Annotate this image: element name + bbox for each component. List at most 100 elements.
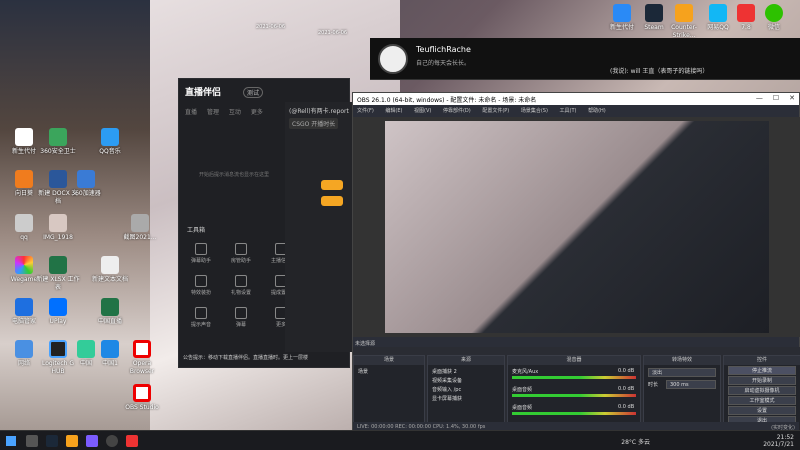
preview-canvas[interactable] [353,117,800,337]
desktop-icon[interactable]: 截图2021... [118,214,162,242]
desktop-icon[interactable]: QQ音乐 [88,128,132,156]
avatar[interactable] [378,44,408,74]
transition-select[interactable]: 淡出 [648,368,716,377]
controls-header: 控件 [724,356,800,365]
app-icon[interactable] [86,435,98,447]
mixer-channel-name: 麦克风/Aux [512,369,539,375]
tool-sound[interactable]: 提示声音 [183,307,219,328]
transitions-header: 转场特效 [644,356,720,365]
desktop-icon-label: Opera Browser [129,360,155,375]
version-badge: 测试 [243,87,264,98]
obs-icon[interactable] [106,435,118,447]
transitions-dock: 转场特效 淡出 时长 300 ms [643,355,721,431]
source-item[interactable]: 桌面捕获 2 [432,368,457,375]
menu-bar: 文件(F) 编辑(E) 视图(V) 停靠部件(D) 配置文件(P) 场景集合(S… [353,105,799,115]
wechat-icon[interactable]: 微信 [752,4,796,32]
clock-time: 21:52 [776,434,794,441]
menu-edit[interactable]: 编辑(E) [385,108,402,114]
tool-icon [235,243,247,255]
tool-icon [235,275,247,287]
scenes-header: 场景 [354,356,424,365]
app-logo: 直播伴侣 [185,88,222,98]
steam-icon[interactable] [46,435,58,447]
tool-gifts[interactable]: 礼物设置 [223,275,259,296]
menu-file[interactable]: 文件(F) [357,108,374,114]
source-item[interactable]: 音频输入 /pc [432,386,461,393]
volume-meter [512,412,636,415]
desktop-icon[interactable]: 新建文本文档 [88,256,132,284]
mixer-channel-name: 桌面音频 [512,405,533,411]
tool-admin[interactable]: 房管助手 [223,243,259,264]
tool-label: 提示声音 [190,322,211,328]
source-item[interactable]: 视频采集设备 [432,377,462,384]
tool-icon [195,307,207,319]
profile-banner: TeuflichRache 自己的每天会长长。 (我说): will 王直（表哥… [370,38,800,80]
source-selection-label: 未选择源 [355,341,376,347]
mixer-header: 混音器 [508,356,640,365]
desktop-icon-label: 中国直播 [97,318,122,325]
tool-danmaku[interactable]: 弹幕助手 [183,243,219,264]
menu-view[interactable]: 视图(V) [414,108,431,114]
settings-button[interactable]: 设置 [728,406,796,415]
menu-scene-collection[interactable]: 场景集合(S) [521,108,548,114]
game-icon[interactable] [66,435,78,447]
window-title: OBS 26.1.0 (64-bit, windows) - 配置文件: 未命名… [353,93,799,105]
desktop-icon[interactable]: 360安全卫士 [36,128,80,156]
scene-item[interactable]: 场景 [358,368,368,375]
virtual-camera-button[interactable]: 启动虚拟摄像机 [728,386,796,395]
stream-preview-panel: (@Rell)有两卡.report CSGO 开播时长 [285,102,355,352]
menu-docks[interactable]: 停靠部件(D) [443,108,471,114]
menu-help[interactable]: 帮助(H) [588,108,606,114]
studio-mode-button[interactable]: 工作室模式 [728,396,796,405]
windows-start-icon[interactable] [6,436,16,446]
duration-input[interactable]: 300 ms [666,380,716,389]
app-icon[interactable] [126,435,138,447]
tab-manage[interactable]: 管理 [207,109,219,116]
desktop-icon[interactable]: IMG_1918 [36,214,80,242]
desktop-icon[interactable]: Opera Browser [120,340,164,376]
sources-dock: 来源 桌面捕获 2 视频采集设备 音频输入 /pc 显卡屏幕捕获 [427,355,505,431]
desktop-icon-label: OBS Studio [125,404,159,411]
desktop-icon[interactable]: 新建 XLSX 工作表 [36,256,80,292]
menu-profile[interactable]: 配置文件(P) [482,108,509,114]
desktop-icon[interactable]: UPlay [36,298,80,326]
settings-button[interactable] [321,196,343,206]
start-live-button[interactable] [321,180,343,190]
close-icon[interactable]: ✕ [789,94,795,102]
source-item[interactable]: 显卡屏幕捕获 [432,395,462,402]
start-recording-button[interactable]: 开始录制 [728,376,796,385]
game-chip: CSGO 开播时长 [289,118,339,129]
obs-docks: 场景 场景 来源 桌面捕获 2 视频采集设备 音频输入 /pc 显卡屏幕捕获 混… [353,347,800,433]
desktop-icon-label: 网络 [17,360,30,367]
status-bar: 公告提示：移动下载直播伴侣。直播直播时。更上一层楼 [183,355,309,361]
empty-hint: 开始后提示消息流也显示在这里 [199,172,270,178]
desktop-icon-label: 7.8 [741,24,751,31]
file-date: 2021-06-06 [318,30,348,36]
desktop-icon-label: 360加速器 [71,190,101,197]
tab-more[interactable]: 更多 [251,109,263,116]
tool-effects[interactable]: 特效装扮 [183,275,219,296]
mixer-channel-db: 0.0 dB [618,386,635,392]
scenes-dock: 场景 场景 [353,355,425,431]
desktop-icon-label: IMG_1918 [43,234,73,241]
stop-streaming-button[interactable]: 停止推流 [728,366,796,375]
profile-subtitle: 自己的每天会长长。 [416,60,471,67]
minimize-icon[interactable]: — [756,94,763,102]
profile-name: TeuflichRache [416,45,471,54]
menu-tools[interactable]: 工具(T) [560,108,577,114]
desktop-icon-label: 新生代付 [609,24,634,31]
desktop-icon[interactable]: 360加速器 [64,170,108,198]
clock[interactable]: 21:52 2021/7/21 [763,434,794,448]
desktop-icon[interactable]: 中国直播 [88,298,132,326]
desktop-icon-label: QQ音乐 [99,148,121,155]
maximize-icon[interactable]: ☐ [773,94,779,102]
desktop-icon[interactable]: OBS Studio [120,384,164,412]
desktop-icon-label: 360安全卫士 [40,148,76,155]
desktop-icon-label: UPlay [49,318,67,325]
toolbox-title: 工具箱 [187,227,206,234]
tab-live[interactable]: 直播 [185,109,197,116]
tool-barrage[interactable]: 弹幕 [223,307,259,328]
room-title: (@Rell)有两卡.report [289,108,349,115]
search-icon[interactable] [26,435,38,447]
tab-interact[interactable]: 互动 [229,109,241,116]
